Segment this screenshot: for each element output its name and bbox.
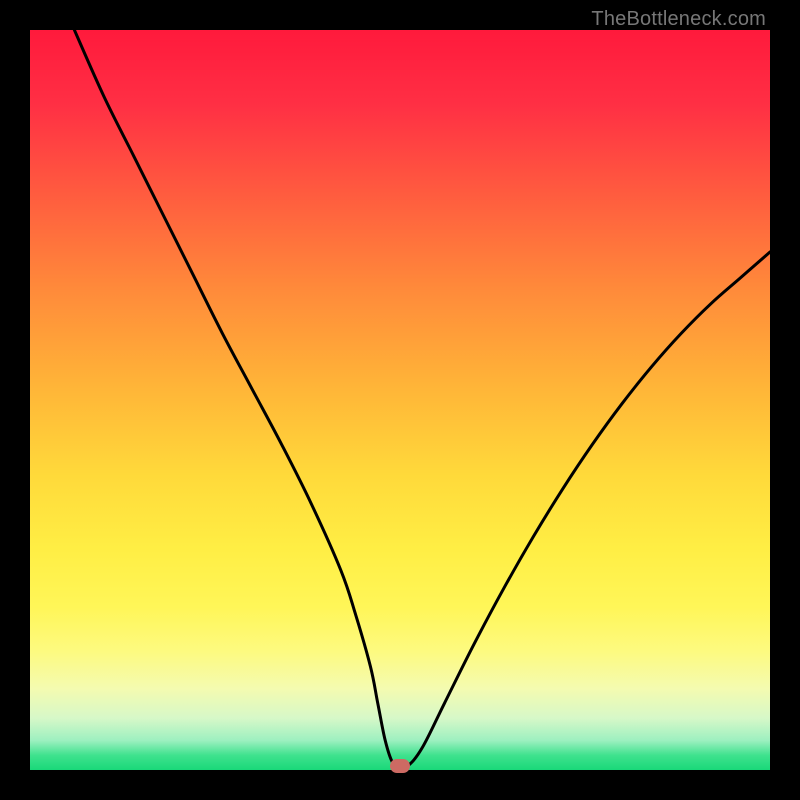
curve-svg — [30, 30, 770, 770]
chart-container: TheBottleneck.com — [0, 0, 800, 800]
bottleneck-curve — [74, 30, 770, 768]
plot-area — [30, 30, 770, 770]
minimum-marker — [390, 759, 410, 773]
watermark-text: TheBottleneck.com — [591, 8, 766, 31]
